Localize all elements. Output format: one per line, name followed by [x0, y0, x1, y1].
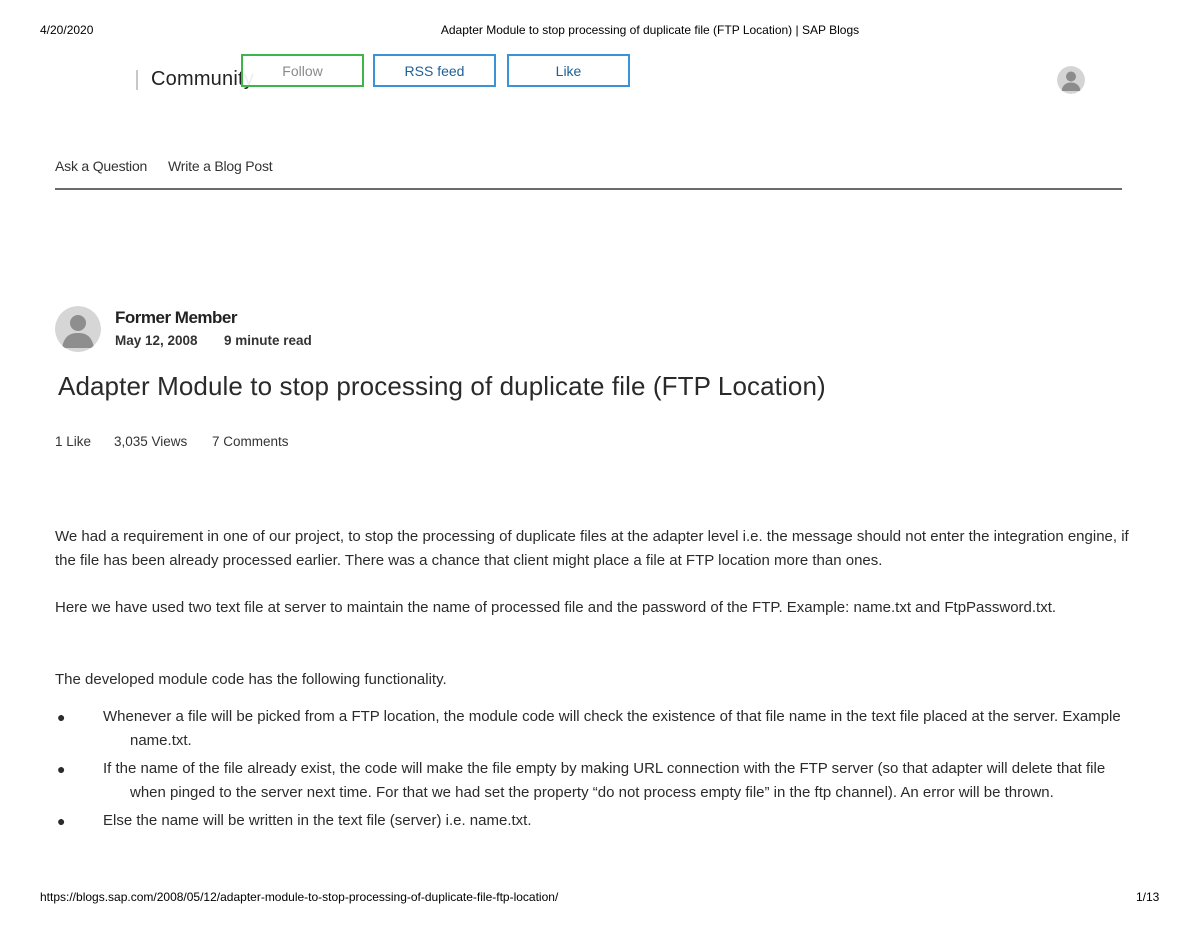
bullet-icon: ● [57, 813, 66, 829]
read-time: 9 minute read [224, 333, 312, 348]
community-brand[interactable]: Community [151, 68, 254, 91]
print-title: Adapter Module to stop processing of dup… [440, 23, 860, 37]
body-paragraph: Here we have used two text file at serve… [55, 599, 1057, 616]
body-paragraph: We had a requirement in one of our proje… [55, 528, 1129, 569]
rss-feed-button[interactable]: RSS feed [373, 54, 496, 87]
author-name[interactable]: Former Member [115, 308, 237, 328]
post-date: May 12, 2008 [115, 333, 198, 348]
list-item-text: Whenever a file will be picked from a FT… [103, 708, 1121, 749]
follow-button[interactable]: Follow [241, 54, 364, 87]
post-title: Adapter Module to stop processing of dup… [58, 371, 826, 401]
list-item-text: If the name of the file already exist, t… [103, 760, 1106, 801]
brand-divider [136, 70, 138, 90]
body-paragraph: The developed module code has the follow… [55, 671, 447, 688]
user-silhouette-icon [1057, 66, 1085, 94]
bullet-icon: ● [57, 709, 66, 725]
author-silhouette-icon [55, 306, 101, 352]
view-count: 3,035 Views [114, 434, 188, 449]
print-url: https://blogs.sap.com/2008/05/12/adapter… [40, 890, 559, 904]
nav-write-blog-post[interactable]: Write a Blog Post [168, 158, 273, 174]
list-item: ● If the name of the file already exist,… [55, 757, 1135, 805]
list-item: ● Whenever a file will be picked from a … [55, 705, 1135, 753]
author-avatar-icon[interactable] [55, 306, 101, 352]
nav-ask-question[interactable]: Ask a Question [55, 158, 147, 174]
like-count: 1 Like [55, 434, 92, 449]
bullet-icon: ● [57, 761, 66, 777]
print-page-number: 1/13 [1136, 890, 1160, 904]
functionality-list: ● Whenever a file will be picked from a … [55, 705, 1135, 837]
like-button[interactable]: Like [507, 54, 630, 87]
list-item-text: Else the name will be written in the tex… [103, 812, 532, 829]
user-avatar-icon[interactable] [1057, 66, 1085, 94]
list-item: ● Else the name will be written in the t… [55, 809, 1135, 833]
nav-divider [55, 188, 1122, 190]
comment-count[interactable]: 7 Comments [212, 434, 289, 449]
